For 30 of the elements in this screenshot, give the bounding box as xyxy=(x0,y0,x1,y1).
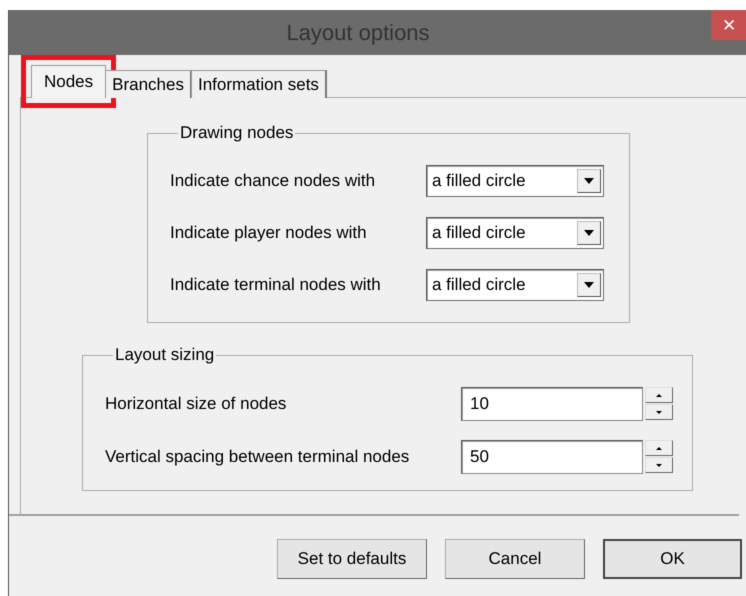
field-label: Vertical spacing between terminal nodes xyxy=(105,446,410,466)
down-arrow-icon xyxy=(656,464,662,466)
number-field[interactable]: 50 xyxy=(461,440,643,474)
caret-icon xyxy=(584,282,594,288)
spin-up-button[interactable] xyxy=(645,387,673,403)
caret-icon xyxy=(584,230,594,236)
window-title: Layout options xyxy=(286,20,430,46)
field-label: Indicate terminal nodes with xyxy=(170,275,382,295)
tab[interactable]: Information sets xyxy=(190,70,327,98)
group-title: Layout sizing xyxy=(114,345,216,365)
dropdown-field[interactable]: a filled circle xyxy=(426,165,604,197)
tab[interactable]: Branches xyxy=(105,70,192,98)
spin-down-button[interactable] xyxy=(645,404,673,420)
dialog-button[interactable]: Set to defaults xyxy=(277,539,427,579)
field-label: Indicate chance nodes with xyxy=(170,171,376,191)
dialog-button[interactable]: OK xyxy=(603,539,742,579)
dropdown-field[interactable]: a filled circle xyxy=(426,217,604,249)
up-arrow-icon xyxy=(656,446,662,450)
spin-down-button[interactable] xyxy=(645,457,673,473)
group-title: Drawing nodes xyxy=(179,123,294,143)
dialog-button[interactable]: Cancel xyxy=(445,539,585,579)
number-field[interactable]: 10 xyxy=(461,386,643,420)
up-arrow-icon xyxy=(656,394,662,396)
down-arrow-icon xyxy=(656,410,662,414)
caret-icon xyxy=(584,178,594,184)
field-label: Horizontal size of nodes xyxy=(105,394,288,414)
spin-up-button[interactable] xyxy=(645,440,673,456)
dropdown-field[interactable]: a filled circle xyxy=(426,269,604,301)
close-button[interactable]: ✕ xyxy=(711,10,746,40)
field-label: Indicate player nodes with xyxy=(170,223,368,243)
